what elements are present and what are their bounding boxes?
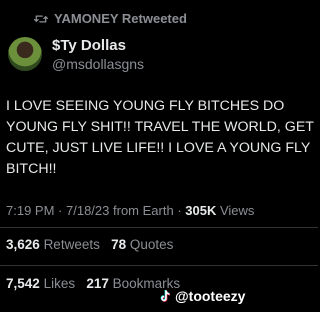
tweet-meta: 7:19 PM · 7/18/23 from Earth · 305K View…: [6, 203, 254, 218]
divider: [0, 265, 318, 266]
views-count: 305K: [185, 203, 217, 218]
meta-separator: ·: [58, 203, 66, 218]
likes-label[interactable]: Likes: [44, 276, 76, 291]
tweet-text: I LOVE SEEING YOUNG FLY BITCHES DO YOUNG…: [6, 98, 314, 177]
tweet-time[interactable]: 7:19 PM: [6, 203, 54, 218]
tweet-source: from Earth: [113, 203, 174, 218]
retweet-icon: [34, 14, 48, 23]
quotes-label[interactable]: Quotes: [130, 237, 174, 252]
quotes-count[interactable]: 78: [111, 237, 126, 252]
views-label: Views: [219, 203, 255, 218]
divider: [0, 227, 318, 228]
likes-count[interactable]: 7,542: [6, 276, 40, 291]
author-display-name[interactable]: $Ty Dollas: [52, 37, 126, 54]
tiktok-watermark: @tooteezy: [160, 288, 245, 304]
retweets-count[interactable]: 3,626: [6, 237, 40, 252]
retweets-label[interactable]: Retweets: [44, 237, 100, 252]
watermark-text: @tooteezy: [175, 288, 246, 304]
retweet-indicator[interactable]: YAMONEY Retweeted: [34, 11, 187, 26]
avatar[interactable]: [8, 37, 42, 71]
tiktok-icon: [160, 289, 171, 302]
author-handle[interactable]: @msdollasgns: [52, 56, 144, 72]
engagement-stats-row: 3,626 Retweets 78 Quotes: [6, 237, 173, 252]
bookmarks-count[interactable]: 217: [86, 276, 109, 291]
tweet-date[interactable]: 7/18/23: [66, 203, 109, 218]
engagement-stats-row: 7,542 Likes 217 Bookmarks: [6, 276, 180, 291]
retweet-label: YAMONEY Retweeted: [54, 11, 187, 26]
